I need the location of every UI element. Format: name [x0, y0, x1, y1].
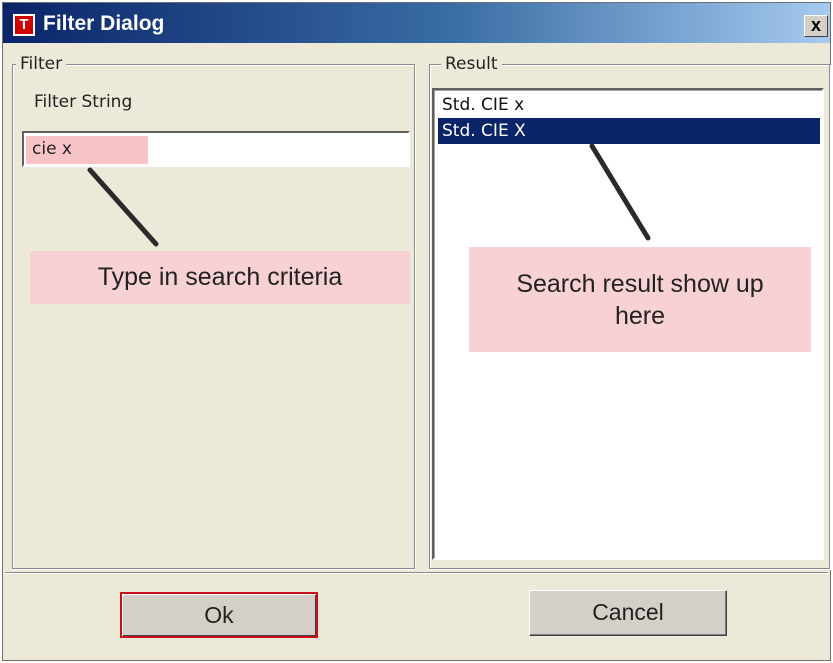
ok-button[interactable]: Ok	[120, 592, 318, 638]
filter-pointer-line	[87, 167, 159, 247]
result-annotation-callout: Search result show up here	[469, 247, 811, 352]
button-separator	[5, 572, 828, 574]
cancel-button[interactable]: Cancel	[529, 590, 727, 636]
filter-annotation-callout: Type in search criteria	[30, 251, 410, 304]
result-callout-text: Search result show up here	[516, 269, 764, 330]
result-pointer-line	[589, 143, 651, 241]
filter-callout-text: Type in search criteria	[97, 263, 343, 291]
